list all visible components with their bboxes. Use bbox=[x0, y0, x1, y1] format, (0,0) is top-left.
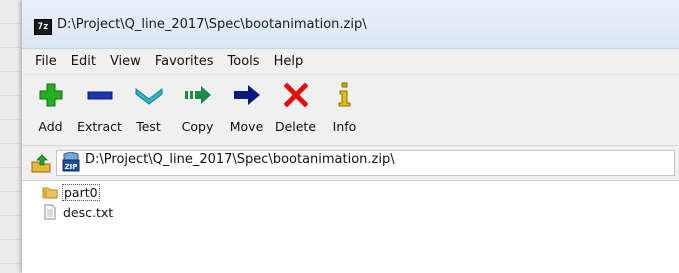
menu-help[interactable]: Help bbox=[267, 54, 311, 69]
add-button[interactable]: Add bbox=[26, 75, 75, 143]
archive-window: 7z D:\Project\Q_line_2017\Spec\bootanima… bbox=[22, 0, 679, 273]
file-name: desc.txt bbox=[63, 204, 114, 220]
file-name: part0 bbox=[62, 183, 100, 201]
delete-button[interactable]: Delete bbox=[271, 75, 320, 143]
copy-icon bbox=[173, 83, 222, 107]
extract-button[interactable]: Extract bbox=[75, 75, 124, 143]
text-file-icon bbox=[44, 204, 56, 220]
title-bar[interactable]: 7z D:\Project\Q_line_2017\Spec\bootanima… bbox=[22, 0, 679, 49]
menu-file[interactable]: File bbox=[28, 54, 64, 69]
up-folder-button[interactable] bbox=[30, 152, 52, 174]
menu-edit[interactable]: Edit bbox=[64, 54, 103, 69]
menu-bar: File Edit View Favorites Tools Help bbox=[22, 49, 679, 75]
menu-tools[interactable]: Tools bbox=[221, 54, 267, 69]
delete-icon bbox=[271, 83, 320, 107]
add-icon bbox=[26, 83, 75, 107]
zip-archive-icon bbox=[62, 6, 80, 26]
info-icon bbox=[320, 82, 369, 107]
background-window-strip bbox=[0, 0, 22, 273]
list-item-desc-txt[interactable]: desc.txt bbox=[42, 203, 114, 221]
test-icon bbox=[124, 83, 173, 107]
file-list: part0 desc.txt bbox=[22, 181, 679, 273]
address-path: D:\Project\Q_line_2017\Spec\bootanimatio… bbox=[85, 152, 395, 167]
window-title: D:\Project\Q_line_2017\Spec\bootanimatio… bbox=[57, 17, 367, 32]
menu-view[interactable]: View bbox=[103, 54, 148, 69]
info-label: Info bbox=[332, 119, 357, 134]
svg-text:ZIP: ZIP bbox=[65, 163, 78, 171]
move-icon bbox=[222, 83, 271, 107]
extract-icon bbox=[75, 83, 124, 107]
menu-favorites[interactable]: Favorites bbox=[148, 54, 221, 69]
copy-button[interactable]: Copy bbox=[173, 75, 222, 143]
up-folder-icon bbox=[31, 154, 51, 173]
move-button[interactable]: Move bbox=[222, 75, 271, 143]
folder-icon bbox=[42, 187, 58, 199]
address-zip-icon: ZIP bbox=[62, 151, 80, 172]
toolbar: Add Extract Test Copy Move Delete Info bbox=[22, 75, 679, 146]
info-button[interactable]: Info bbox=[320, 75, 369, 143]
test-button[interactable]: Test bbox=[124, 75, 173, 143]
list-item-part0[interactable]: part0 bbox=[42, 183, 100, 201]
app-7z-icon: 7z bbox=[34, 19, 52, 35]
